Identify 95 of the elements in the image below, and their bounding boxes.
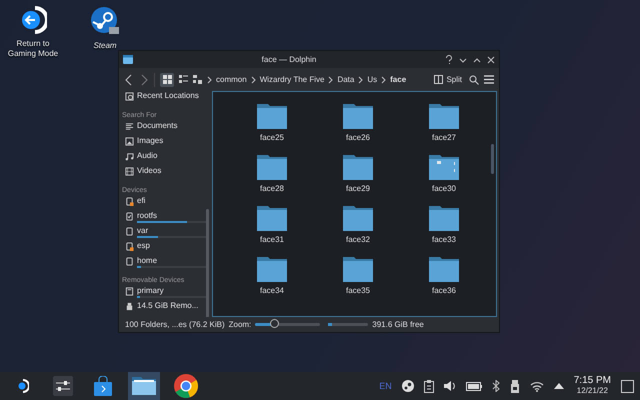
icons-view-button[interactable]	[160, 72, 174, 86]
folder-name[interactable]: face27	[432, 133, 456, 142]
folder-name[interactable]: face30	[432, 184, 456, 193]
folder-icon[interactable]	[257, 255, 287, 282]
desktop-icon-label[interactable]: Return to Gaming Mode	[4, 39, 62, 59]
folder-icon[interactable]	[343, 153, 373, 180]
folder-name[interactable]: face31	[260, 235, 284, 244]
folder-name[interactable]: face29	[346, 184, 370, 193]
folder-name[interactable]: face28	[260, 184, 284, 193]
steam-logo-icon[interactable]	[90, 6, 120, 36]
sidebar-item[interactable]: efi	[137, 196, 207, 205]
folder-icon[interactable]	[343, 204, 373, 231]
expand-tray-icon[interactable]	[554, 383, 564, 389]
battery-icon[interactable]	[466, 382, 482, 390]
folder-icon[interactable]	[429, 102, 459, 129]
view-scrollbar[interactable]	[491, 144, 494, 174]
breadcrumb-item[interactable]: Data	[337, 75, 354, 84]
speaker-icon[interactable]	[444, 380, 456, 392]
taskbar-app-button[interactable]	[128, 372, 160, 400]
folder-icon[interactable]	[257, 102, 287, 129]
forward-icon[interactable]	[139, 74, 149, 86]
clock-date[interactable]: 12/21/22	[576, 386, 608, 396]
minimize-icon[interactable]	[459, 56, 467, 64]
sidebar-item[interactable]: 14.5 GiB Remo...	[137, 301, 207, 310]
film-icon	[125, 167, 134, 176]
folder-name[interactable]: face33	[432, 235, 456, 244]
usb-drive-icon	[125, 302, 134, 311]
sidebar-item[interactable]: primary	[137, 286, 207, 295]
sidebar-scrollbar[interactable]	[206, 209, 209, 317]
window-title: face — Dolphin	[260, 55, 318, 64]
chevron-right-icon	[207, 76, 212, 84]
folder-icon[interactable]	[343, 102, 373, 129]
zoom-label: Zoom:	[228, 320, 252, 329]
document-lines-icon	[125, 122, 134, 131]
app-launcher-icon[interactable]	[17, 379, 29, 393]
return-arrow-icon[interactable]	[19, 6, 47, 34]
folder-icon[interactable]	[429, 153, 459, 180]
breadcrumb-item[interactable]: common	[216, 75, 247, 84]
close-icon[interactable]	[487, 56, 495, 64]
status-summary: 100 Folders, ...es (76.2 KiB)	[125, 320, 225, 329]
breadcrumb-item[interactable]: Wizardry The Five	[260, 75, 324, 84]
bluetooth-icon[interactable]	[492, 380, 500, 392]
sidebar-item[interactable]: Documents	[137, 121, 207, 130]
clock-time[interactable]: 7:15 PM	[574, 376, 611, 386]
sidebar-item[interactable]: Images	[137, 136, 207, 145]
compact-view-icon[interactable]	[179, 75, 188, 84]
music-note-icon	[125, 152, 134, 161]
folder-name[interactable]: face25	[260, 133, 284, 142]
back-icon[interactable]	[124, 74, 134, 86]
folder-icon[interactable]	[257, 204, 287, 231]
show-desktop-icon[interactable]	[621, 380, 634, 392]
split-view-icon	[434, 75, 444, 84]
shopping-bag-icon[interactable]	[94, 376, 112, 396]
image-icon	[125, 137, 134, 146]
browser-icon[interactable]	[174, 374, 198, 398]
desktop-icon-label[interactable]: Steam	[93, 41, 117, 51]
steam-logo-icon[interactable]	[402, 380, 414, 392]
folder-name[interactable]: face26	[346, 133, 370, 142]
folder-name[interactable]: face36	[432, 286, 456, 295]
search-icon[interactable]	[469, 74, 479, 84]
disk-space-bar	[328, 323, 368, 326]
sidebar-item[interactable]: Audio	[137, 151, 207, 160]
window-app-icon	[123, 55, 133, 64]
folder-icon[interactable]	[343, 255, 373, 282]
menu-icon[interactable]	[484, 75, 494, 84]
folder-icon[interactable]	[132, 377, 156, 395]
details-view-icon[interactable]	[193, 75, 202, 84]
chevron-right-icon	[250, 76, 256, 84]
sidebar-item[interactable]: esp	[137, 241, 207, 250]
maximize-icon[interactable]	[473, 56, 481, 64]
sidebar-item[interactable]: rootfs	[137, 211, 207, 220]
grid-view-icon	[162, 75, 172, 84]
folder-name[interactable]: face32	[346, 235, 370, 244]
split-button[interactable]: Split	[432, 75, 464, 84]
sidebar-item[interactable]: home	[137, 256, 207, 265]
usb-drive-icon[interactable]	[510, 380, 520, 392]
chevron-right-icon	[358, 76, 364, 84]
help-icon[interactable]	[445, 55, 453, 64]
folder-icon[interactable]	[429, 204, 459, 231]
folder-icon[interactable]	[429, 255, 459, 282]
sliders-icon[interactable]	[53, 376, 73, 396]
free-space-text: 391.6 GiB free	[372, 320, 424, 329]
folder-name[interactable]: face35	[346, 286, 370, 295]
recent-locations-icon	[125, 92, 134, 101]
sidebar-item[interactable]: Videos	[137, 166, 207, 175]
sidebar-item[interactable]: var	[137, 226, 207, 235]
breadcrumb-item[interactable]: Us	[367, 75, 378, 84]
clipboard-icon[interactable]	[424, 380, 434, 392]
chevron-right-icon	[328, 76, 334, 84]
chevron-right-icon	[381, 76, 386, 84]
folder-name[interactable]: face34	[260, 286, 284, 295]
folder-icon[interactable]	[257, 153, 287, 180]
wifi-icon[interactable]	[530, 380, 544, 392]
sidebar-item[interactable]: Recent Locations	[137, 91, 207, 100]
breadcrumb-item[interactable]: face	[390, 75, 406, 84]
